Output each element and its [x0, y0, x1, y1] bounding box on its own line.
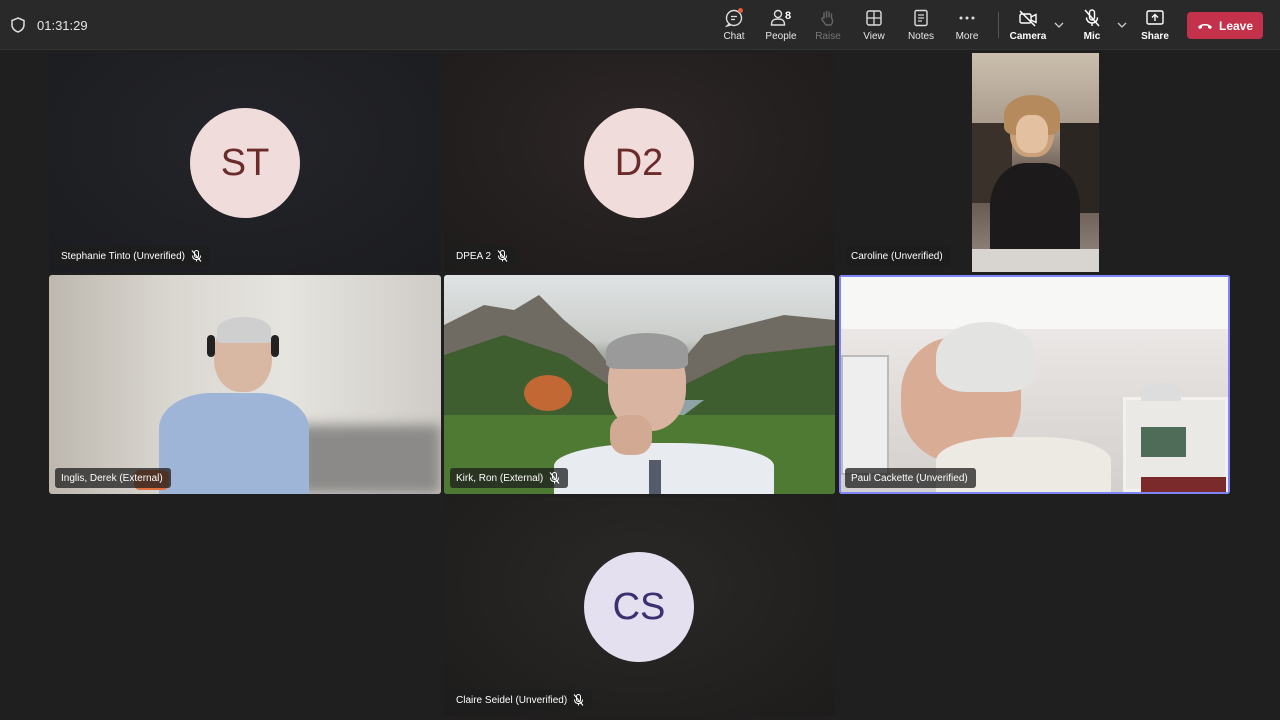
participant-name: DPEA 2 [456, 250, 492, 262]
chat-button[interactable]: Chat [708, 8, 760, 46]
participant-name: Caroline (Unverified) [851, 250, 943, 262]
participant-name-tag: Caroline (Unverified) [845, 246, 951, 266]
participant-name: Claire Seidel (Unverified) [456, 694, 568, 706]
avatar: ST [190, 108, 300, 218]
participant-video [444, 275, 835, 494]
participant-tile-paul[interactable]: Paul Cackette (Unverified) [839, 275, 1230, 494]
participant-tile-claire[interactable]: CS Claire Seidel (Unverified) [444, 497, 835, 716]
share-label: Share [1141, 31, 1169, 42]
meeting-timer: 01:31:29 [37, 18, 88, 33]
notes-button[interactable]: Notes [895, 8, 947, 46]
hang-up-icon [1197, 23, 1212, 29]
participant-tile-derek[interactable]: Inglis, Derek (External) [49, 275, 441, 494]
toolbar-divider [998, 12, 999, 38]
participant-name-tag: Kirk, Ron (External) [450, 468, 569, 488]
shield-icon [11, 17, 25, 33]
more-dots-icon [959, 16, 975, 20]
participant-video [49, 275, 441, 494]
avatar: D2 [584, 108, 694, 218]
mic-off-icon [549, 472, 560, 484]
leave-button[interactable]: Leave [1187, 12, 1263, 39]
participant-name-tag: Stephanie Tinto (Unverified) [55, 246, 210, 266]
participant-name-tag: Inglis, Derek (External) [55, 468, 171, 488]
raise-hand-icon [821, 10, 834, 26]
participant-name: Stephanie Tinto (Unverified) [61, 250, 185, 262]
mic-label: Mic [1083, 31, 1101, 42]
chat-unread-dot [738, 8, 743, 13]
participant-tile-stephanie[interactable]: ST Stephanie Tinto (Unverified) [49, 53, 441, 272]
participant-tile-ron[interactable]: Kirk, Ron (External) [444, 275, 835, 494]
participant-name-tag: Paul Cackette (Unverified) [845, 468, 976, 488]
mic-off-icon [573, 694, 584, 706]
share-button[interactable]: Share [1129, 8, 1181, 46]
share-icon [1146, 10, 1164, 25]
camera-button[interactable]: Camera [1002, 8, 1054, 46]
people-count: 8 [785, 10, 792, 22]
leave-label: Leave [1218, 18, 1254, 33]
participant-video [972, 53, 1099, 272]
participant-name-tag: DPEA 2 [450, 246, 517, 266]
avatar: CS [584, 552, 694, 662]
notes-icon [914, 9, 928, 27]
camera-label: Camera [1009, 31, 1047, 42]
camera-options-chevron-icon[interactable] [1053, 20, 1065, 30]
chat-label: Chat [723, 31, 745, 42]
participant-name-tag: Claire Seidel (Unverified) [450, 690, 593, 710]
mic-options-chevron-icon[interactable] [1116, 20, 1128, 30]
participant-name: Paul Cackette (Unverified) [851, 472, 968, 484]
participant-video [841, 277, 1228, 492]
mic-off-icon [497, 250, 508, 262]
view-grid-icon [866, 10, 882, 26]
camera-off-icon [1019, 10, 1037, 27]
meeting-toolbar: 01:31:29 Chat 8 People Raise View Notes … [0, 0, 1280, 50]
participant-name: Inglis, Derek (External) [61, 472, 163, 484]
mic-off-icon [191, 250, 202, 262]
view-label: View [863, 31, 885, 42]
more-button[interactable]: More [941, 8, 993, 46]
raise-hand-button[interactable]: Raise [802, 8, 854, 46]
people-button[interactable]: 8 People [755, 8, 807, 46]
participant-tile-dpea2[interactable]: D2 DPEA 2 [444, 53, 835, 272]
more-label: More [955, 31, 979, 42]
notes-label: Notes [907, 31, 935, 42]
participant-tile-caroline[interactable]: Caroline (Unverified) [839, 53, 1230, 272]
participant-name: Kirk, Ron (External) [456, 472, 544, 484]
raise-label: Raise [815, 31, 841, 42]
mic-button[interactable]: Mic [1066, 8, 1118, 46]
people-label: People [765, 31, 797, 42]
view-button[interactable]: View [848, 8, 900, 46]
mic-off-icon [1084, 9, 1100, 27]
